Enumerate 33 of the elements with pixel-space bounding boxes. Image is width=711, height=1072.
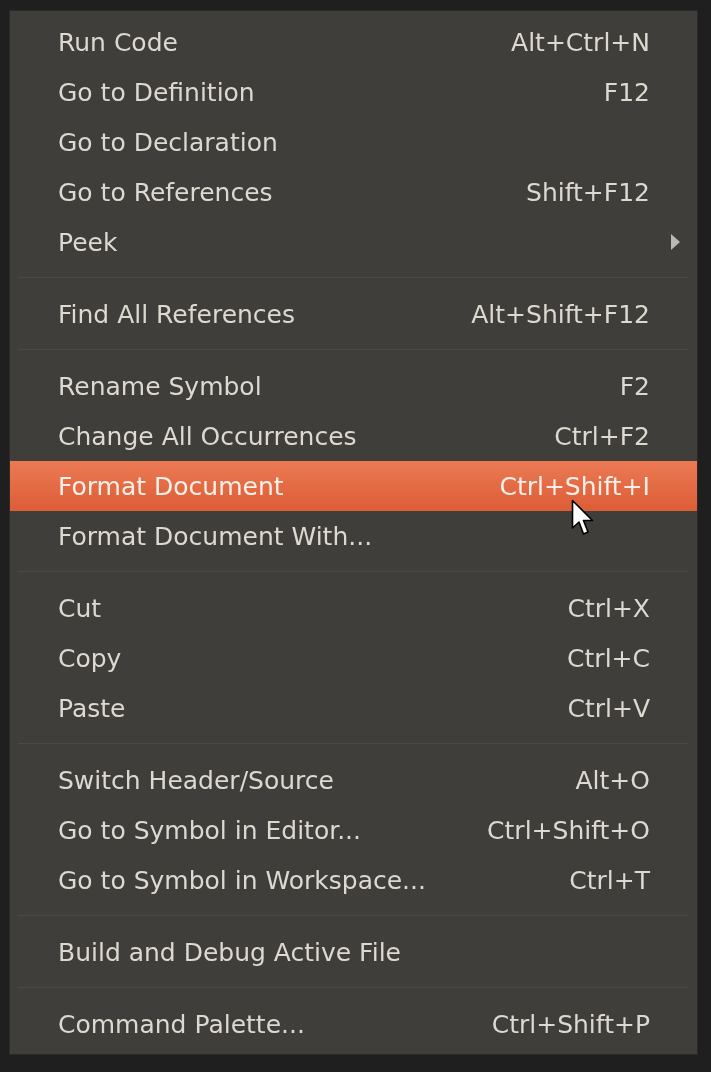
menu-item[interactable]: Find All References Alt+Shift+F12 — [10, 289, 697, 339]
menu-item[interactable]: Cut Ctrl+X — [10, 583, 697, 633]
menu-item[interactable]: Build and Debug Active File — [10, 927, 697, 977]
shortcut-text: Alt+Ctrl+N — [511, 27, 650, 57]
shortcut-text: Ctrl+X — [567, 593, 650, 623]
shortcut-text: Ctrl+C — [567, 643, 650, 673]
menu-item[interactable]: Go to Symbol in Workspace... Ctrl+T — [10, 855, 697, 905]
shortcut-text: Alt+Shift+F12 — [471, 299, 650, 329]
menu-item[interactable]: Switch Header/Source Alt+O — [10, 755, 697, 805]
menu-item[interactable]: Rename Symbol F2 — [10, 361, 697, 411]
shortcut-text: Ctrl+T — [569, 865, 650, 895]
menu-item[interactable]: Run Code Alt+Ctrl+N — [10, 17, 697, 67]
shortcut-text: Ctrl+Shift+O — [487, 815, 650, 845]
shortcut-text: Ctrl+Shift+P — [491, 1009, 650, 1039]
shortcut-text: Alt+O — [575, 765, 650, 795]
menu-item[interactable]: Go to Definition F12 — [10, 67, 697, 117]
menu-item[interactable]: Change All Occurrences Ctrl+F2 — [10, 411, 697, 461]
menu-item[interactable]: Copy Ctrl+C — [10, 633, 697, 683]
menu-item[interactable]: Peek — [10, 217, 697, 267]
menu-item[interactable]: Go to Symbol in Editor... Ctrl+Shift+O — [10, 805, 697, 855]
shortcut-text: Ctrl+Shift+I — [499, 471, 650, 501]
menu-item[interactable]: Go to Declaration — [10, 117, 697, 167]
shortcut-text: F2 — [619, 371, 650, 401]
shortcut-text: F12 — [603, 77, 650, 107]
mouse-pointer-icon — [571, 499, 595, 537]
menu-item[interactable]: Go to References Shift+F12 — [10, 167, 697, 217]
menu-item[interactable]: Command Palette... Ctrl+Shift+P — [10, 999, 697, 1049]
shortcut-text: Shift+F12 — [526, 177, 650, 207]
caret-icon — [671, 234, 680, 250]
shortcut-text: Ctrl+V — [567, 693, 650, 723]
menu-item[interactable]: Format Document With... — [10, 511, 697, 561]
menu-item[interactable]: Paste Ctrl+V — [10, 683, 697, 733]
shortcut-text: Ctrl+F2 — [554, 421, 650, 451]
